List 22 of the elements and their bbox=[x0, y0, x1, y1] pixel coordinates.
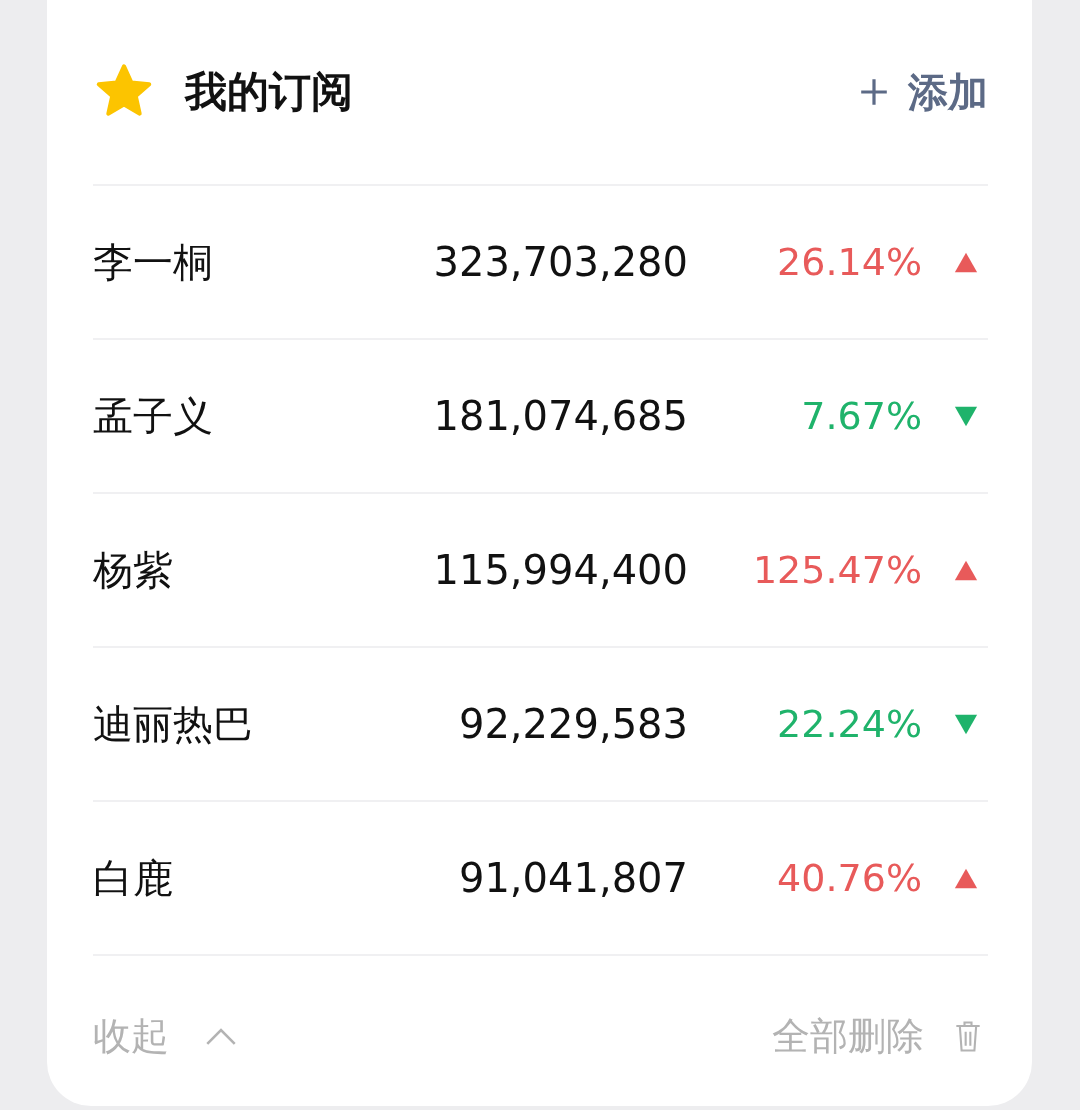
change-text: 26.14% bbox=[776, 240, 922, 284]
plus-icon bbox=[858, 76, 890, 108]
name-text: 杨紫 bbox=[93, 545, 174, 595]
value-text: 115,994,400 bbox=[432, 547, 688, 593]
value-text: 323,703,280 bbox=[432, 239, 688, 285]
value-text: 92,229,583 bbox=[457, 701, 688, 747]
name-text: 白鹿 bbox=[93, 853, 174, 903]
change-text: 40.76% bbox=[776, 856, 922, 900]
change-text: 7.67% bbox=[800, 394, 922, 438]
name-text: 孟子义 bbox=[93, 391, 214, 441]
value-text: 91,041,807 bbox=[457, 855, 688, 901]
name-text: 李一桐 bbox=[93, 237, 214, 287]
collapse-button[interactable]: 收起 bbox=[93, 1010, 237, 1062]
value-text: 181,074,685 bbox=[432, 393, 688, 439]
change-text: 125.47% bbox=[751, 548, 922, 592]
trash-icon bbox=[954, 1019, 982, 1053]
change-text: 22.24% bbox=[776, 702, 922, 746]
name-text: 迪丽热巴 bbox=[93, 699, 254, 749]
chevron-up-icon bbox=[205, 1026, 237, 1046]
delete-all-button[interactable]: 全部删除 bbox=[772, 1010, 982, 1062]
add-button[interactable]: 添加 bbox=[858, 64, 988, 120]
card-title: 我的订阅 bbox=[185, 66, 354, 118]
